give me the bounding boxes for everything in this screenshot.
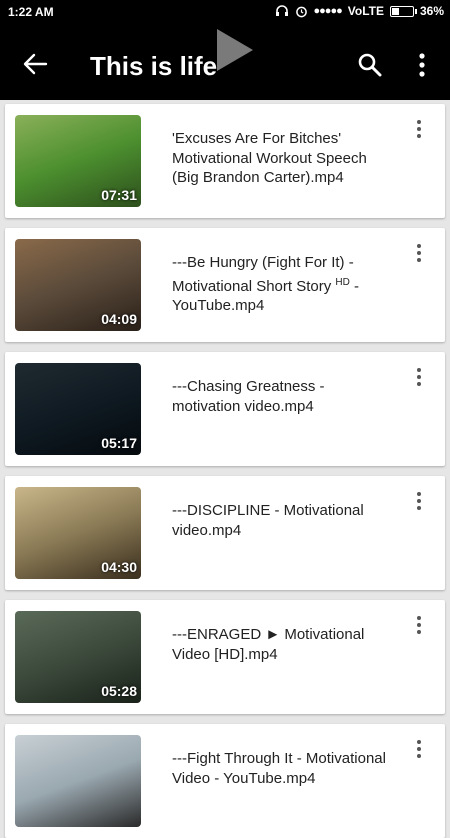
video-thumbnail[interactable]: 04:30 <box>15 487 141 579</box>
item-more-icon[interactable] <box>410 366 428 390</box>
video-thumbnail[interactable]: 05:28 <box>15 611 141 703</box>
battery-icon <box>389 5 417 17</box>
page-title: This is life <box>90 51 218 81</box>
status-time: 1:22 AM <box>8 5 54 19</box>
video-duration: 05:17 <box>101 435 137 451</box>
video-thumbnail[interactable] <box>15 735 141 827</box>
video-thumbnail[interactable]: 04:09 <box>15 239 141 331</box>
video-item[interactable]: 07:31 'Excuses Are For Bitches' Motivati… <box>5 104 445 218</box>
item-more-icon[interactable] <box>410 614 428 638</box>
alarm-icon <box>295 5 308 18</box>
item-more-icon[interactable] <box>410 738 428 762</box>
video-item[interactable]: ---Fight Through It - Motivational Video… <box>5 724 445 838</box>
video-title: 'Excuses Are For Bitches' Motivational W… <box>172 130 367 186</box>
video-item[interactable]: 04:30 ---DISCIPLINE - Motivational video… <box>5 476 445 590</box>
play-icon <box>215 29 255 71</box>
video-item[interactable]: 05:17 ---Chasing Greatness - motivation … <box>5 352 445 466</box>
video-duration: 05:28 <box>101 683 137 699</box>
video-item[interactable]: 05:28 ---ENRAGED ► Motivational Video [H… <box>5 600 445 714</box>
hd-superscript: HD <box>335 276 350 288</box>
video-duration: 07:31 <box>101 187 137 203</box>
video-title: ---Chasing Greatness - motivation video.… <box>172 378 325 415</box>
video-title: ---Be Hungry (Fight For It) - Motivation… <box>172 253 387 316</box>
video-thumbnail[interactable]: 07:31 <box>15 115 141 207</box>
video-duration: 04:09 <box>101 311 137 327</box>
video-title: ---Fight Through It - Motivational Video… <box>172 750 386 787</box>
video-title: ---DISCIPLINE - Motivational video.mp4 <box>172 502 364 539</box>
video-title-main: ---Be Hungry (Fight For It) - Motivation… <box>172 254 354 295</box>
video-title: ---ENRAGED ► Motivational Video [HD].mp4 <box>172 626 365 663</box>
video-duration: 04:30 <box>101 559 137 575</box>
battery-percent: 36% <box>419 4 444 18</box>
item-more-icon[interactable] <box>410 118 428 142</box>
more-options-icon[interactable] <box>412 52 432 78</box>
status-icons: ●●●●● VoLTE 36% <box>275 4 444 18</box>
network-label: VoLTE <box>347 4 384 18</box>
item-more-icon[interactable] <box>410 242 428 266</box>
headphones-icon <box>275 5 289 17</box>
status-bar: 1:22 AM ●●●●● VoLTE 36% <box>0 0 450 26</box>
video-thumbnail[interactable]: 05:17 <box>15 363 141 455</box>
video-item[interactable]: 04:09 ---Be Hungry (Fight For It) - Moti… <box>5 228 445 342</box>
back-arrow-icon[interactable] <box>22 52 48 76</box>
signal-icon: ●●●●● <box>313 5 343 17</box>
app-bar: This is life <box>0 26 450 100</box>
search-icon[interactable] <box>357 52 383 78</box>
item-more-icon[interactable] <box>410 490 428 514</box>
